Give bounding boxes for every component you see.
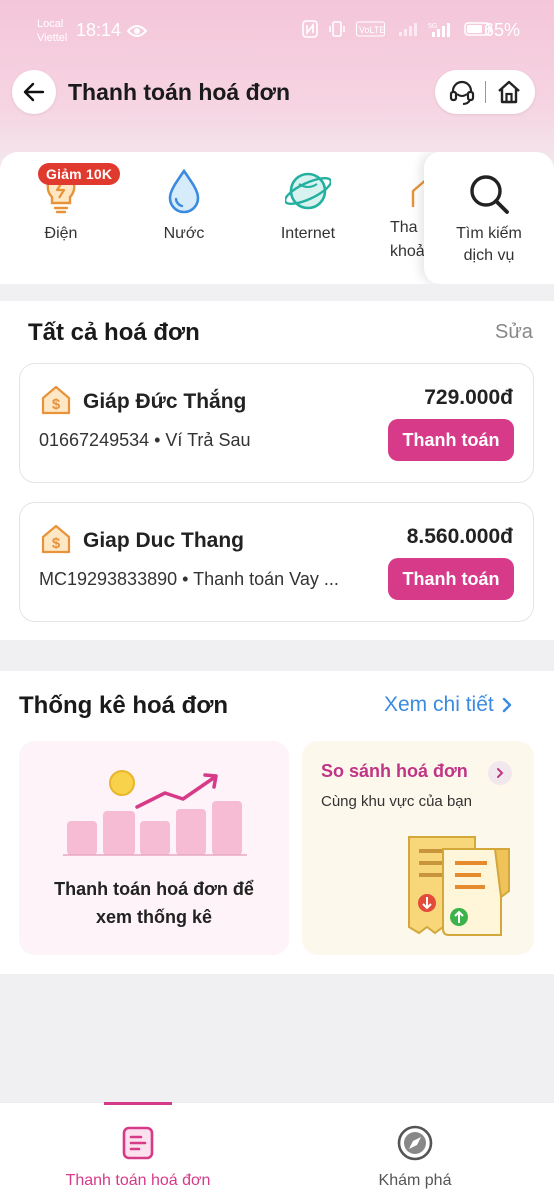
receipt-icon bbox=[122, 1126, 154, 1160]
service-shortcuts: Điện Giảm 10K Nước Internet Tha khoả Tìm… bbox=[0, 152, 554, 284]
statistics-hint: Thanh toán hoá đơn để xem thống kê bbox=[19, 875, 289, 931]
pay-button[interactable]: Thanh toán bbox=[388, 419, 514, 461]
app-header: Thanh toán hoá đơn bbox=[0, 66, 554, 120]
house-dollar-icon: $ bbox=[41, 385, 71, 415]
compare-title: So sánh hoá đơn bbox=[321, 761, 468, 781]
statistics-hint-line1: Thanh toán hoá đơn để bbox=[54, 879, 254, 899]
divider bbox=[485, 81, 487, 103]
nav-tab-explore[interactable]: Khám phá bbox=[325, 1125, 505, 1190]
bill-amount: 729.000đ bbox=[424, 386, 513, 409]
service-label: Nước bbox=[163, 225, 205, 242]
service-water[interactable]: Nước bbox=[139, 166, 229, 244]
nav-label: Khám phá bbox=[378, 1172, 452, 1189]
svg-text:$: $ bbox=[52, 535, 61, 552]
nfc-icon bbox=[302, 20, 318, 38]
search-service-button[interactable]: Tìm kiếm dịch vụ bbox=[424, 152, 554, 284]
status-bar: Local Viettel 18:14 VoLTE 5G 65% bbox=[0, 0, 554, 62]
water-drop-icon bbox=[168, 168, 200, 214]
bill-card[interactable]: $ Giáp Đức Thắng 729.000đ 01667249534 • … bbox=[19, 363, 534, 483]
vibrate-icon bbox=[329, 21, 345, 37]
page-title: Thanh toán hoá đơn bbox=[68, 79, 291, 105]
back-button[interactable] bbox=[12, 70, 56, 114]
system-icons: VoLTE 5G bbox=[302, 20, 494, 38]
signal-5g-icon: 5G bbox=[428, 23, 450, 37]
edit-button[interactable]: Sửa bbox=[495, 321, 533, 344]
search-label-line1: Tìm kiếm bbox=[456, 225, 522, 242]
documents-illustration bbox=[408, 836, 510, 936]
globe-icon bbox=[285, 172, 331, 210]
view-details-label: Xem chi tiết bbox=[384, 693, 494, 716]
battery-percent: 65% bbox=[484, 20, 521, 40]
svg-text:$: $ bbox=[52, 396, 61, 413]
bill-name: Giap Duc Thang bbox=[83, 529, 245, 552]
bill-card[interactable]: $ Giap Duc Thang 8.560.000đ MC1929383389… bbox=[19, 502, 534, 622]
clock: 18:14 bbox=[76, 20, 122, 40]
nav-tab-bill-payment[interactable]: Thanh toán hoá đơn bbox=[48, 1125, 228, 1190]
pay-button[interactable]: Thanh toán bbox=[388, 558, 514, 600]
carrier-line1: Local bbox=[37, 18, 64, 30]
search-label: Tìm kiếm dịch vụ bbox=[424, 223, 554, 267]
bill-name: Giáp Đức Thắng bbox=[83, 390, 247, 413]
eye-icon bbox=[127, 25, 147, 37]
chevron-right-icon bbox=[502, 697, 511, 713]
service-internet[interactable]: Internet bbox=[263, 166, 353, 244]
bill-amount: 8.560.000đ bbox=[406, 525, 513, 548]
signal-icon bbox=[399, 23, 417, 36]
statistics-card[interactable]: Thanh toán hoá đơn để xem thống kê bbox=[19, 741, 289, 955]
search-icon bbox=[470, 175, 509, 214]
bill-subtitle: MC19293833890 • Thanh toán Vay ... bbox=[39, 569, 339, 589]
header-actions bbox=[435, 70, 535, 114]
compare-bills-card[interactable]: So sánh hoá đơn Cùng khu vực của bạn bbox=[302, 741, 534, 955]
section-title: Thống kê hoá đơn bbox=[19, 692, 229, 719]
discount-badge: Giảm 10K bbox=[38, 163, 121, 185]
bill-subtitle: 01667249534 • Ví Trả Sau bbox=[39, 430, 251, 450]
house-dollar-icon: $ bbox=[41, 524, 71, 554]
search-label-line2: dịch vụ bbox=[463, 247, 515, 264]
home-icon[interactable] bbox=[496, 79, 522, 105]
bar-chart-illustration bbox=[63, 770, 247, 856]
svg-text:5G: 5G bbox=[428, 23, 437, 30]
compare-subtitle: Cùng khu vực của bạn bbox=[321, 793, 472, 810]
statistics-hint-line2: xem thống kê bbox=[95, 907, 213, 927]
section-title: Tất cả hoá đơn bbox=[28, 319, 200, 346]
service-label: Internet bbox=[280, 225, 336, 242]
bottom-navigation: Thanh toán hoá đơn Khám phá bbox=[0, 1102, 554, 1200]
arrow-left-icon bbox=[23, 82, 45, 102]
nav-label: Thanh toán hoá đơn bbox=[65, 1172, 211, 1189]
service-label: Điện bbox=[44, 225, 78, 242]
carrier-line2: Viettel bbox=[37, 32, 68, 44]
volte-icon: VoLTE bbox=[356, 21, 385, 37]
support-headset-icon[interactable] bbox=[448, 78, 476, 106]
bill-statistics-section: Thống kê hoá đơn Xem chi tiết Thanh toán… bbox=[0, 671, 554, 974]
chevron-right-icon bbox=[488, 761, 512, 785]
svg-text:VoLTE: VoLTE bbox=[359, 25, 385, 35]
active-tab-indicator bbox=[104, 1102, 172, 1105]
view-details-link[interactable]: Xem chi tiết bbox=[384, 693, 512, 717]
compass-icon bbox=[397, 1125, 433, 1161]
all-bills-section: Tất cả hoá đơn Sửa $ Giáp Đức Thắng 729.… bbox=[0, 301, 554, 640]
carrier-label: Local Viettel bbox=[37, 17, 67, 45]
